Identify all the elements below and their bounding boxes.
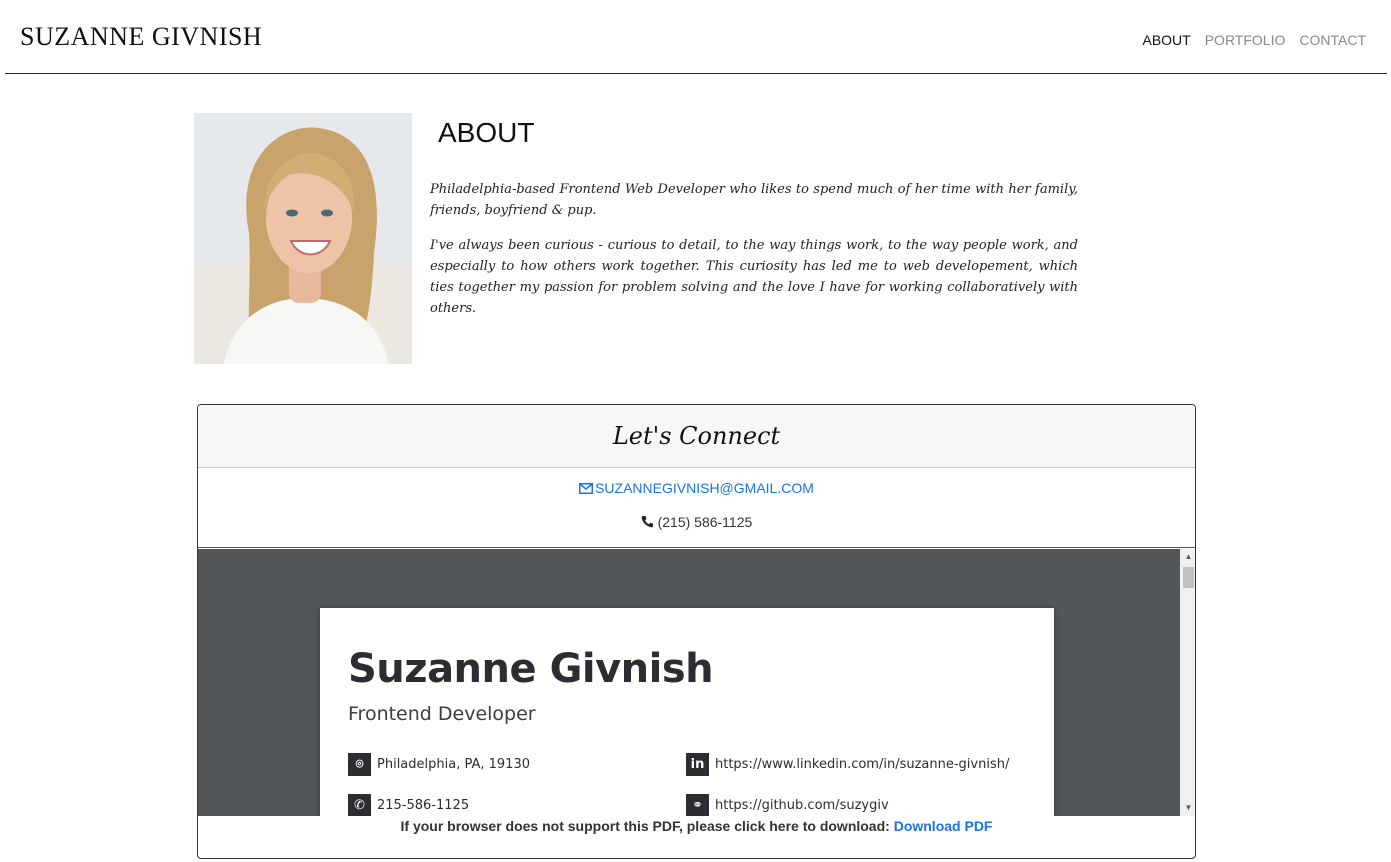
pdf-name: Suzanne Givnish <box>348 646 714 692</box>
phone-icon: ✆ <box>348 794 371 816</box>
scroll-thumb[interactable] <box>1183 567 1194 588</box>
profile-photo <box>194 113 412 364</box>
nav-about-link[interactable]: ABOUT <box>1142 32 1190 48</box>
about-title: ABOUT <box>438 117 535 148</box>
nav-contact-link[interactable]: CONTACT <box>1299 32 1366 48</box>
pdf-phone: ✆ 215-586-1125 <box>348 794 469 816</box>
phone-icon <box>641 516 653 528</box>
nav-portfolio-link[interactable]: PORTFOLIO <box>1205 32 1286 48</box>
about-paragraph-2: I've always been curious - curious to de… <box>430 238 1078 316</box>
phone-text: (215) 586-1125 <box>657 514 753 530</box>
pdf-fallback-note: If your browser does not support this PD… <box>198 818 1195 834</box>
navbar: SUZANNE GIVNISH ABOUT PORTFOLIO CONTACT <box>5 0 1387 74</box>
email-text: SUZANNEGIVNISH@GMAIL.COM <box>595 480 814 496</box>
linkedin-icon: in <box>686 753 709 776</box>
pdf-linkedin: in https://www.linkedin.com/in/suzanne-gi… <box>686 753 1009 776</box>
main-nav: ABOUT PORTFOLIO CONTACT <box>1142 32 1366 48</box>
pdf-fallback-text: If your browser does not support this PD… <box>400 818 890 834</box>
portrait-image <box>194 113 412 364</box>
scroll-down-arrow-icon[interactable]: ▼ <box>1180 800 1195 816</box>
contact-divider <box>198 547 1195 548</box>
pdf-location: ⌾ Philadelphia, PA, 19130 <box>348 753 530 776</box>
phone-row: (215) 586-1125 <box>198 514 1195 530</box>
download-pdf-link[interactable]: Download PDF <box>894 818 993 834</box>
pdf-page: Suzanne Givnish Frontend Developer ⌾ Phil… <box>320 608 1054 816</box>
about-text: Philadelphia-based Frontend Web Develope… <box>430 179 1078 333</box>
pdf-role: Frontend Developer <box>348 703 536 725</box>
site-brand[interactable]: SUZANNE GIVNISH <box>20 22 262 52</box>
link-icon: ⚭ <box>686 794 709 816</box>
about-paragraph-1: Philadelphia-based Frontend Web Develope… <box>430 182 1078 218</box>
pdf-scrollbar[interactable]: ▲ ▼ <box>1180 549 1195 816</box>
pdf-github: ⚭ https://github.com/suzygiv <box>686 794 889 816</box>
email-link[interactable]: SUZANNEGIVNISH@GMAIL.COM <box>579 480 814 496</box>
map-pin-icon: ⌾ <box>348 753 371 776</box>
connect-title: Let's Connect <box>198 405 1195 468</box>
scroll-up-arrow-icon[interactable]: ▲ <box>1180 549 1195 565</box>
envelope-icon <box>579 483 594 494</box>
email-row: SUZANNEGIVNISH@GMAIL.COM <box>198 480 1195 496</box>
connect-card: Let's Connect SUZANNEGIVNISH@GMAIL.COM (… <box>197 404 1196 859</box>
pdf-viewer[interactable]: Suzanne Givnish Frontend Developer ⌾ Phil… <box>198 549 1195 816</box>
